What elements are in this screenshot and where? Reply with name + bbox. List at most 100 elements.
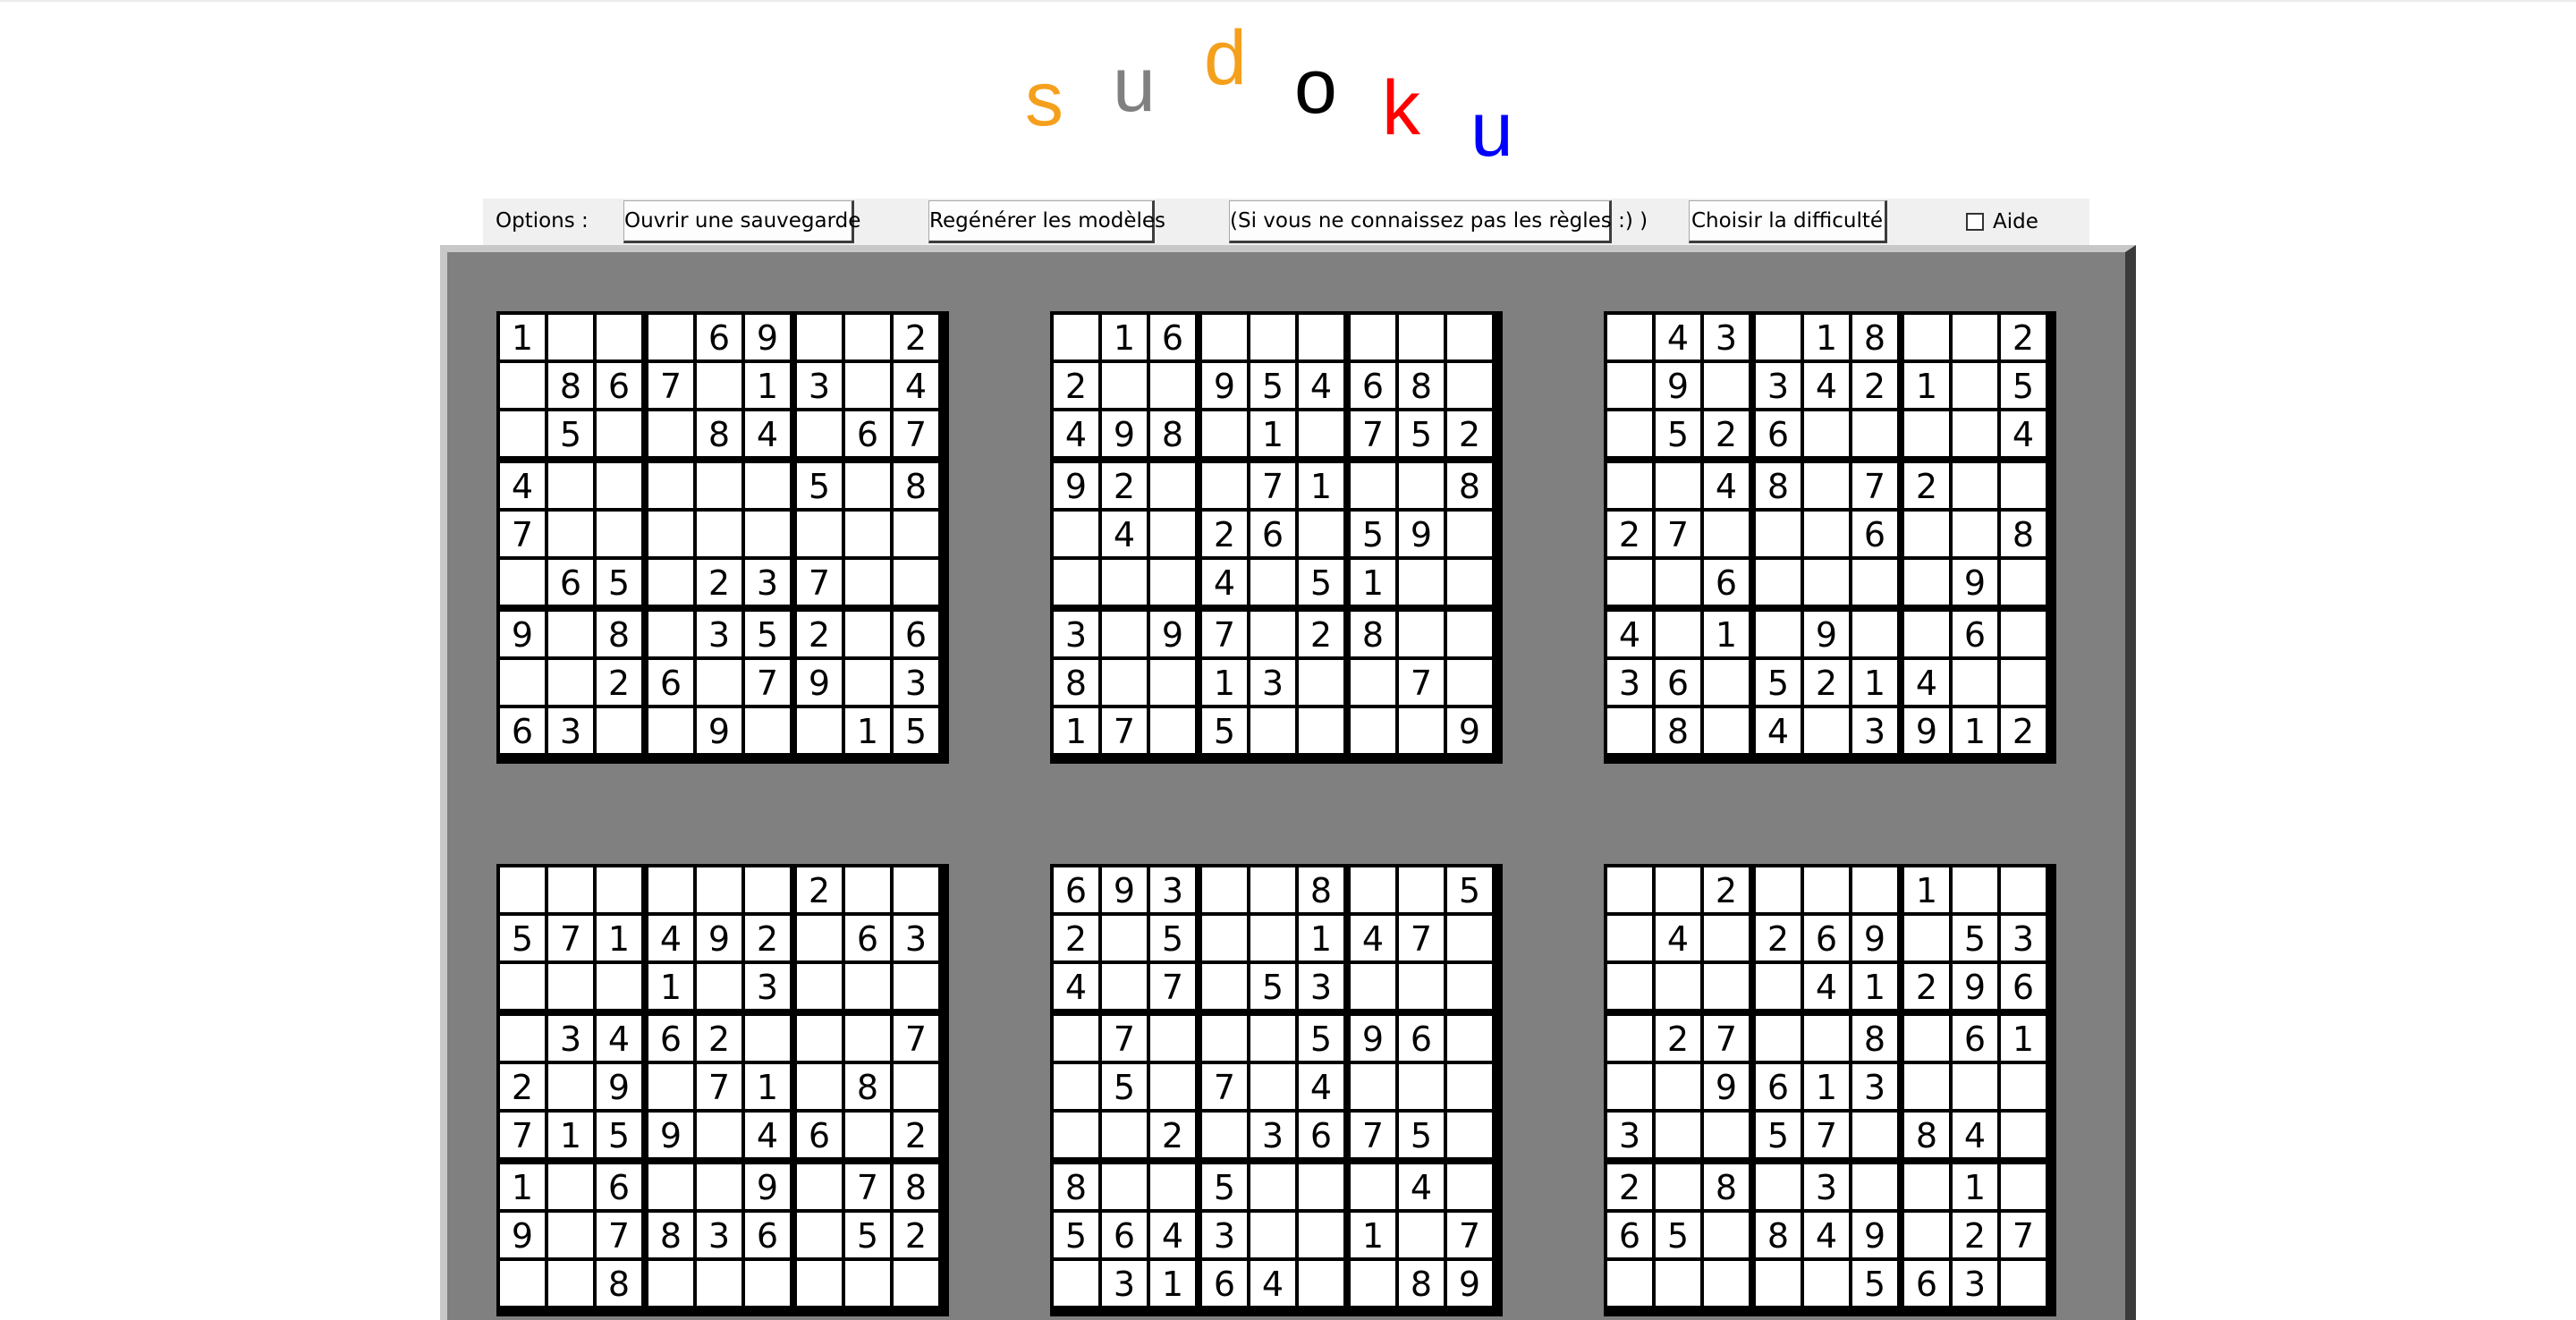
sudoku-cell-given[interactable]: 1 <box>1351 560 1395 605</box>
sudoku-cell-given[interactable]: 1 <box>1953 1164 1997 1209</box>
sudoku-cell-empty[interactable] <box>1656 1261 1700 1306</box>
sudoku-cell-given[interactable]: 9 <box>1704 1064 1749 1109</box>
sudoku-cell-empty[interactable] <box>548 1064 593 1109</box>
sudoku-cell-given[interactable]: 6 <box>597 1164 641 1209</box>
sudoku-cell-given[interactable]: 6 <box>2001 964 2046 1009</box>
sudoku-cell-empty[interactable] <box>894 512 938 556</box>
sudoku-cell-empty[interactable] <box>697 1164 741 1209</box>
sudoku-cell-empty[interactable] <box>648 411 693 456</box>
sudoku-cell-empty[interactable] <box>1904 1213 1949 1257</box>
sudoku-cell-empty[interactable] <box>845 463 890 508</box>
sudoku-cell-empty[interactable] <box>648 512 693 556</box>
sudoku-cell-given[interactable]: 1 <box>597 916 641 960</box>
sudoku-cell-empty[interactable] <box>500 660 545 705</box>
sudoku-cell-given[interactable]: 1 <box>745 1064 790 1109</box>
sudoku-cell-given[interactable]: 3 <box>1804 1164 1849 1209</box>
sudoku-cell-empty[interactable] <box>1299 512 1343 556</box>
sudoku-cell-empty[interactable] <box>648 1164 693 1209</box>
sudoku-cell-given[interactable]: 3 <box>1054 612 1098 656</box>
sudoku-cell-given[interactable]: 5 <box>1054 1213 1098 1257</box>
sudoku-cell-given[interactable]: 8 <box>597 612 641 656</box>
sudoku-cell-given[interactable]: 9 <box>1351 1016 1395 1061</box>
sudoku-cell-empty[interactable] <box>845 1113 890 1157</box>
sudoku-cell-given[interactable]: 6 <box>1102 1213 1147 1257</box>
sudoku-cell-given[interactable]: 6 <box>845 916 890 960</box>
sudoku-cell-empty[interactable] <box>500 411 545 456</box>
sudoku-cell-empty[interactable] <box>1904 1064 1949 1109</box>
sudoku-cell-given[interactable]: 8 <box>648 1213 693 1257</box>
sudoku-cell-empty[interactable] <box>1399 315 1444 360</box>
sudoku-cell-given[interactable]: 5 <box>894 708 938 753</box>
sudoku-cell-empty[interactable] <box>1150 463 1195 508</box>
sudoku-cell-given[interactable]: 5 <box>1102 1064 1147 1109</box>
sudoku-cell-given[interactable]: 5 <box>1656 1213 1700 1257</box>
sudoku-cell-empty[interactable] <box>845 315 890 360</box>
sudoku-cell-empty[interactable] <box>1447 1164 1492 1209</box>
sudoku-cell-given[interactable]: 1 <box>1250 411 1295 456</box>
sudoku-cell-given[interactable]: 9 <box>1447 1261 1492 1306</box>
sudoku-cell-empty[interactable] <box>1351 867 1395 912</box>
sudoku-cell-given[interactable]: 2 <box>797 612 842 656</box>
sudoku-cell-empty[interactable] <box>1607 363 1652 408</box>
sudoku-cell-empty[interactable] <box>1704 708 1749 753</box>
sudoku-cell-empty[interactable] <box>1953 363 1997 408</box>
sudoku-cell-given[interactable]: 5 <box>1399 1113 1444 1157</box>
sudoku-cell-empty[interactable] <box>1399 867 1444 912</box>
sudoku-cell-empty[interactable] <box>1447 612 1492 656</box>
sudoku-cell-given[interactable]: 4 <box>2001 411 2046 456</box>
sudoku-cell-given[interactable]: 3 <box>1250 1113 1295 1157</box>
sudoku-cell-given[interactable]: 1 <box>1852 964 1897 1009</box>
sudoku-cell-empty[interactable] <box>797 1261 842 1306</box>
sudoku-cell-empty[interactable] <box>1953 315 1997 360</box>
sudoku-cell-empty[interactable] <box>1399 708 1444 753</box>
sudoku-cell-empty[interactable] <box>894 964 938 1009</box>
sudoku-cell-empty[interactable] <box>1054 560 1098 605</box>
sudoku-cell-given[interactable]: 3 <box>697 1213 741 1257</box>
sudoku-cell-empty[interactable] <box>1351 315 1395 360</box>
sudoku-cell-empty[interactable] <box>845 560 890 605</box>
sudoku-cell-empty[interactable] <box>1804 411 1849 456</box>
sudoku-cell-given[interactable]: 3 <box>1607 1113 1652 1157</box>
sudoku-cell-empty[interactable] <box>548 1261 593 1306</box>
open-save-button[interactable]: Ouvrir une sauvegarde <box>623 200 860 243</box>
sudoku-cell-given[interactable]: 9 <box>500 1213 545 1257</box>
sudoku-cell-empty[interactable] <box>1150 660 1195 705</box>
sudoku-cell-empty[interactable] <box>548 612 593 656</box>
sudoku-cell-given[interactable]: 1 <box>1904 363 1949 408</box>
sudoku-cell-empty[interactable] <box>1250 867 1295 912</box>
sudoku-cell-empty[interactable] <box>1447 1064 1492 1109</box>
sudoku-cell-empty[interactable] <box>548 512 593 556</box>
sudoku-cell-given[interactable]: 1 <box>548 1113 593 1157</box>
sudoku-cell-given[interactable]: 4 <box>1399 1164 1444 1209</box>
sudoku-cell-given[interactable]: 6 <box>1250 512 1295 556</box>
sudoku-cell-empty[interactable] <box>1054 512 1098 556</box>
sudoku-cell-empty[interactable] <box>1447 964 1492 1009</box>
sudoku-cell-given[interactable]: 5 <box>845 1213 890 1257</box>
sudoku-cell-given[interactable]: 1 <box>1852 660 1897 705</box>
sudoku-cell-empty[interactable] <box>1054 1261 1098 1306</box>
sudoku-cell-given[interactable]: 1 <box>500 315 545 360</box>
sudoku-cell-empty[interactable] <box>797 964 842 1009</box>
sudoku-cell-empty[interactable] <box>1756 1016 1801 1061</box>
sudoku-cell-given[interactable]: 7 <box>2001 1213 2046 1257</box>
sudoku-cell-empty[interactable] <box>1804 512 1849 556</box>
sudoku-cell-empty[interactable] <box>1756 315 1801 360</box>
sudoku-cell-given[interactable]: 4 <box>597 1016 641 1061</box>
sudoku-cell-empty[interactable] <box>1351 964 1395 1009</box>
sudoku-cell-given[interactable]: 2 <box>1607 512 1652 556</box>
sudoku-cell-given[interactable]: 8 <box>1399 363 1444 408</box>
sudoku-cell-empty[interactable] <box>1656 867 1700 912</box>
sudoku-cell-empty[interactable] <box>1150 1016 1195 1061</box>
sudoku-cell-empty[interactable] <box>845 1016 890 1061</box>
sudoku-cell-given[interactable]: 8 <box>697 411 741 456</box>
sudoku-cell-empty[interactable] <box>1904 315 1949 360</box>
sudoku-cell-empty[interactable] <box>1299 660 1343 705</box>
sudoku-cell-given[interactable]: 7 <box>500 512 545 556</box>
sudoku-cell-given[interactable]: 9 <box>1399 512 1444 556</box>
sudoku-cell-given[interactable]: 4 <box>1656 315 1700 360</box>
sudoku-cell-empty[interactable] <box>797 1213 842 1257</box>
sudoku-cell-empty[interactable] <box>500 1261 545 1306</box>
sudoku-cell-empty[interactable] <box>597 512 641 556</box>
sudoku-cell-empty[interactable] <box>697 867 741 912</box>
sudoku-cell-empty[interactable] <box>500 363 545 408</box>
